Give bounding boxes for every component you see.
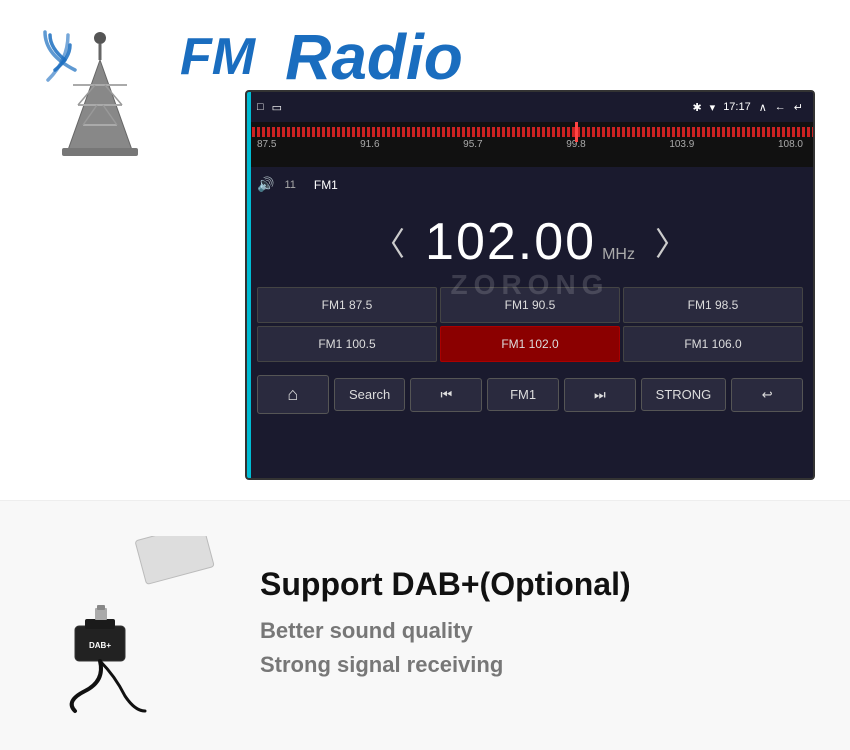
preset-btn-4[interactable]: FM1 100.5 [257,326,437,362]
prev-button[interactable]: ⏮ [410,378,482,412]
bluetooth-icon: ✱ [692,101,701,114]
expand-icon: ∧ [759,101,767,114]
frequency-value: 102.00 [425,212,596,272]
svg-text:DAB+: DAB+ [89,641,111,650]
freq-marker [575,122,578,142]
dab-device-container: DAB+ [30,536,230,716]
freq-up-arrow[interactable]: 〉 [655,219,687,265]
back-nav-icon: ← [775,101,786,113]
home-status-icon: □ [257,101,264,113]
freq-labels: 87.5 91.6 95.7 99.8 103.9 108.0 [247,137,813,152]
status-left: □ ▭ [257,101,282,114]
fm-label: FM [180,27,255,87]
home-button[interactable]: ⌂ [257,375,329,414]
frequency-unit: MHz [602,246,635,264]
tower-icon [40,30,160,160]
next-button[interactable]: ⏭ [564,378,636,412]
preset-btn-1[interactable]: FM1 87.5 [257,287,437,323]
signal-icon: ▾ [710,101,716,114]
dab-device-icon: DAB+ [45,536,215,716]
menu-status-icon: ▭ [272,101,282,114]
fm-radio-title: FM Radio [180,20,820,94]
cyan-accent-bar [247,92,251,478]
back-button[interactable]: ↩ [731,378,803,412]
bottom-controls: ⌂ Search ⏮ FM1 ⏭ STRONG ↩ [247,367,813,422]
presets-grid: FM1 87.5 FM1 90.5 FM1 98.5 FM1 100.5 FM1… [247,282,813,367]
freq-label-916: 91.6 [360,139,379,150]
time-display: 17:17 [723,101,751,113]
frequency-display: 〈 102.00 MHz 〉 [247,202,813,282]
frequency-value-container: 102.00 MHz [425,212,635,272]
freq-label-1080: 108.0 [778,139,803,150]
dab-feature-1: Better sound quality [260,618,820,644]
frequency-bar: 87.5 91.6 95.7 99.8 103.9 108.0 [247,122,813,167]
return-icon: ↵ [794,101,803,114]
bottom-section: DAB+ Support DAB+(Optional) Better sound… [0,500,850,750]
preset-btn-5-active[interactable]: FM1 102.0 [440,326,620,362]
radio-label: Radio [285,20,463,94]
volume-level: 11 [284,179,295,191]
freq-label-875: 87.5 [257,139,276,150]
preset-btn-3[interactable]: FM1 98.5 [623,287,803,323]
dab-title: Support DAB+(Optional) [260,566,820,603]
radio-screen: □ ▭ ✱ ▾ 17:17 ∧ ← ↵ 87.5 91.6 95.7 99.8 … [245,90,815,480]
freq-down-arrow[interactable]: 〈 [373,219,405,265]
tower-icon-container [20,20,180,160]
fm1-button[interactable]: FM1 [487,378,559,411]
freq-label-1039: 103.9 [669,139,694,150]
preset-btn-6[interactable]: FM1 106.0 [623,326,803,362]
top-section: FM Radio □ ▭ ✱ ▾ 17:17 ∧ ← ↵ 87.5 [0,0,850,500]
freq-label-957: 95.7 [463,139,482,150]
dab-feature-2: Strong signal receiving [260,652,820,678]
dab-text-container: Support DAB+(Optional) Better sound qual… [230,566,820,686]
freq-bar-red [247,127,813,137]
status-right: ✱ ▾ 17:17 ∧ ← ↵ [692,101,803,114]
volume-icon: 🔊 [257,176,274,193]
search-button[interactable]: Search [334,378,406,411]
status-bar: □ ▭ ✱ ▾ 17:17 ∧ ← ↵ [247,92,813,122]
preset-btn-2[interactable]: FM1 90.5 [440,287,620,323]
strong-button[interactable]: STRONG [641,378,727,411]
fm1-band-label: FM1 [314,178,338,192]
radio-info-bar: 🔊 11 FM1 [247,167,813,202]
